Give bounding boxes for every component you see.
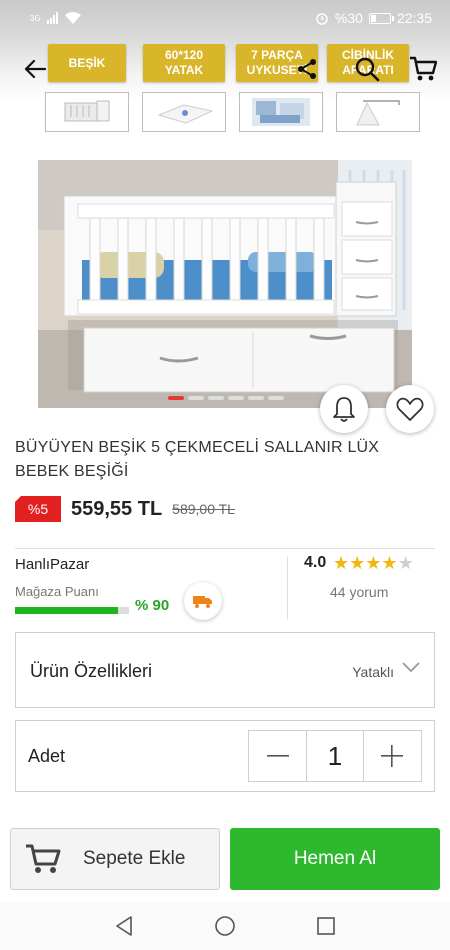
share-icon [298, 59, 316, 79]
recents-square-icon[interactable] [316, 916, 336, 936]
plus-icon [381, 745, 404, 767]
mattress-thumbnail[interactable] [142, 92, 226, 132]
features-label: Ürün Özellikleri [30, 661, 153, 681]
battery-icon [368, 12, 394, 24]
bedding-set-thumbnail[interactable] [239, 92, 323, 132]
add-to-cart-button[interactable]: Sepete Ekle [10, 828, 220, 890]
quantity-label: Adet [28, 746, 66, 766]
system-nav-bar [0, 902, 450, 950]
back-arrow-icon [24, 59, 46, 79]
product-image[interactable] [38, 160, 412, 408]
carousel-dots[interactable] [168, 396, 284, 400]
price-row: %5 559,55 TL 589,00 TL [15, 496, 235, 522]
star-filled-icon: ★ [365, 553, 382, 573]
search-button[interactable] [352, 54, 382, 84]
store-score: % 90 [135, 597, 170, 614]
status-bar: 3G %30 22:35 [0, 0, 450, 36]
carousel-dot[interactable] [228, 396, 244, 400]
chevron-down-icon [402, 662, 420, 673]
bell-icon [333, 397, 355, 422]
back-triangle-icon[interactable] [114, 915, 134, 937]
cart-button[interactable] [408, 54, 438, 84]
shipping-badge[interactable] [184, 582, 222, 620]
signal-text: 3G [30, 13, 41, 23]
heart-icon [396, 397, 424, 421]
notify-button[interactable] [320, 385, 368, 433]
cart-icon [410, 56, 437, 81]
buy-now-label: Hemen Al [293, 848, 377, 869]
star-empty-icon: ★ [397, 553, 414, 573]
status-left: 3G [30, 12, 81, 24]
tag-mattress[interactable]: 60*120 YATAK [143, 44, 225, 82]
product-title: BÜYÜYEN BEŞİK 5 ÇEKMECELİ SALLANIR LÜX B… [15, 439, 380, 480]
tag-crib-label: BEŞİK [68, 55, 106, 70]
rating-value: 4.0 [304, 554, 327, 571]
carousel-dot[interactable] [268, 396, 284, 400]
buy-now-button[interactable]: Hemen Al [230, 828, 440, 890]
alarm-icon [316, 13, 328, 25]
minus-icon [266, 755, 289, 757]
store-score-bar [15, 607, 129, 614]
crib-thumbnail[interactable] [45, 92, 129, 132]
crib-illustration [38, 160, 412, 408]
back-button[interactable] [20, 54, 50, 84]
battery-percent: %30 [334, 10, 363, 26]
truck-icon [193, 596, 212, 608]
tag-crib[interactable]: BEŞİK [48, 44, 126, 82]
carousel-dot[interactable] [168, 396, 184, 400]
clock: 22:35 [396, 10, 432, 26]
discount-badge: %5 [15, 496, 61, 522]
signal-icon [46, 12, 58, 24]
features-value: Yataklı [352, 664, 394, 680]
carousel-dot[interactable] [248, 396, 264, 400]
canopy-thumbnail[interactable] [336, 92, 420, 132]
star-filled-icon: ★ [333, 553, 350, 573]
search-icon [355, 57, 380, 82]
favorite-button[interactable] [386, 385, 434, 433]
star-rating[interactable]: ★ ★ ★ ★ ★ [333, 553, 414, 574]
thumbnail-strip [45, 92, 420, 132]
status-right: %30 22:35 [315, 10, 432, 26]
increment-button[interactable] [364, 731, 421, 781]
carousel-dot[interactable] [188, 396, 204, 400]
star-filled-icon: ★ [381, 553, 398, 573]
decrement-button[interactable] [249, 731, 306, 781]
home-circle-icon[interactable] [214, 915, 236, 937]
wifi-icon [64, 12, 81, 24]
tag-mattress-label: 60*120 YATAK [164, 48, 204, 77]
price: 559,55 TL [71, 497, 163, 520]
vertical-divider [287, 556, 288, 620]
store-name[interactable]: HanlıPazar [15, 556, 89, 573]
quantity-stepper: 1 [248, 730, 422, 782]
carousel-dot[interactable] [208, 396, 224, 400]
cart-icon [26, 844, 61, 873]
share-button[interactable] [292, 54, 322, 84]
star-filled-icon: ★ [349, 553, 366, 573]
review-count[interactable]: 44 yorum [330, 584, 388, 600]
quantity-value[interactable]: 1 [306, 731, 364, 781]
product-features-row[interactable]: Ürün Özellikleri Yataklı [15, 632, 435, 708]
store-rating-label: Mağaza Puanı [15, 584, 99, 599]
old-price: 589,00 TL [172, 501, 235, 517]
divider [15, 548, 435, 549]
add-to-cart-label: Sepete Ekle [83, 848, 186, 869]
quantity-row: Adet 1 [15, 720, 435, 792]
